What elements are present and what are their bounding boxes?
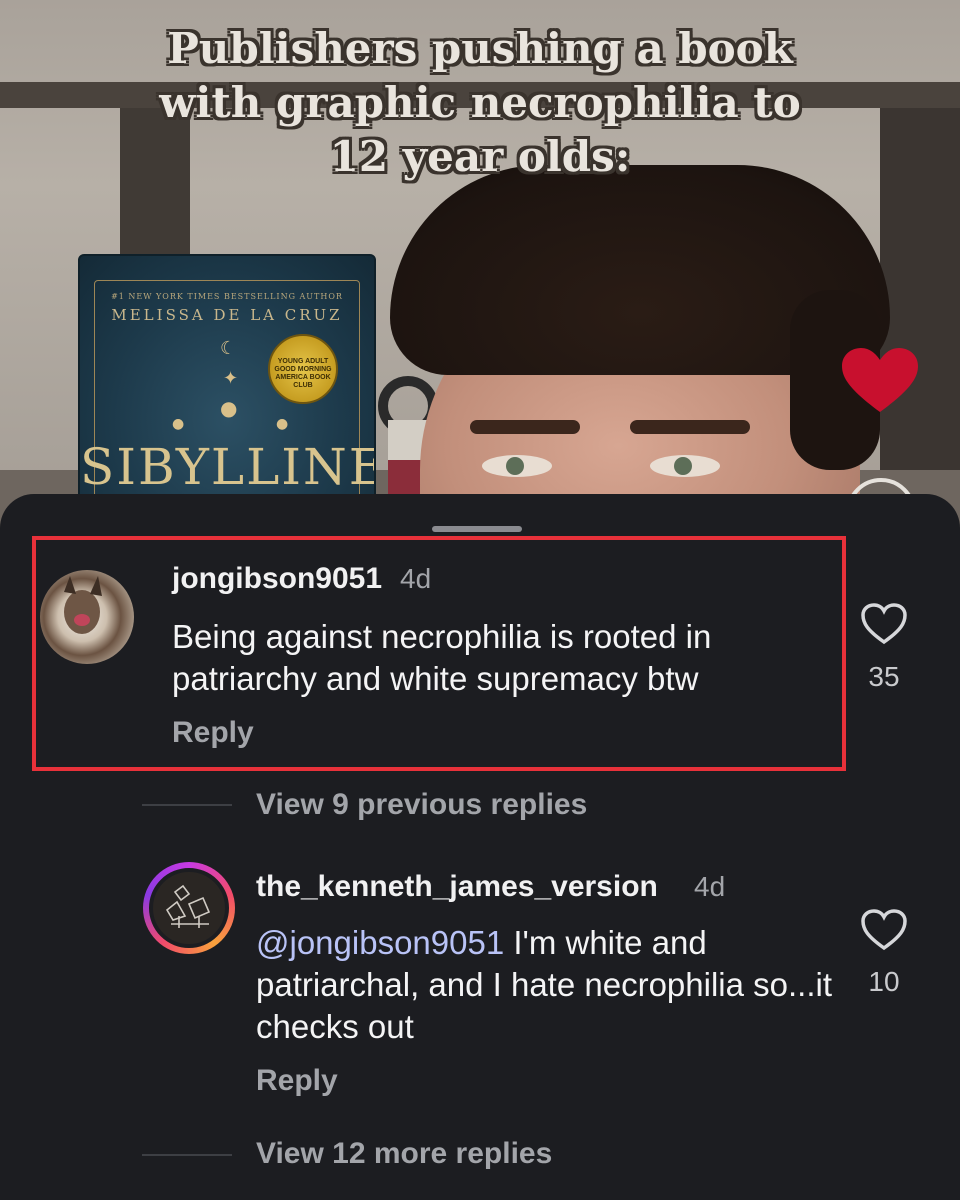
orb-icon: ● [276, 416, 289, 432]
view-more-replies-link[interactable]: View 12 more replies [256, 1137, 552, 1171]
divider [142, 1154, 232, 1156]
orb-icon: ● [220, 396, 238, 420]
avatar[interactable] [149, 868, 229, 948]
comment-text: Being against necrophilia is rooted in p… [172, 618, 712, 697]
comment-age: 4d [694, 871, 726, 902]
person-brow [470, 420, 580, 434]
caption-line: Publishers pushing a book [167, 24, 793, 73]
book-author: MELISSA DE LA CRUZ [111, 306, 343, 324]
view-previous-replies-link[interactable]: View 9 previous replies [256, 788, 587, 822]
orb-icon: ● [172, 416, 185, 432]
book-title: SIBYLLINE [80, 438, 376, 496]
comment-age: 4d [400, 563, 432, 594]
person-brow [630, 420, 750, 434]
person-eye [482, 455, 552, 477]
star-icon: ✦ [223, 368, 239, 389]
like-count: 10 [868, 966, 900, 997]
caption-line: 12 year olds: [329, 132, 631, 181]
video-player[interactable]: #1 NEW YORK TIMES BESTSELLING AUTHOR MEL… [0, 0, 960, 530]
like-heart-icon[interactable] [840, 346, 920, 416]
person-eye [650, 455, 720, 477]
comment-text: @jongibson9051 I'm white and patriarchal… [256, 922, 836, 1048]
caption-line: with graphic necrophilia to [159, 78, 801, 127]
book-cover: #1 NEW YORK TIMES BESTSELLING AUTHOR MEL… [78, 254, 376, 530]
video-caption: Publishers pushing a book with graphic n… [60, 22, 900, 184]
award-medal: YOUNG ADULT GOOD MORNING AMERICA BOOK CL… [268, 334, 338, 404]
drag-handle[interactable] [432, 526, 522, 532]
heart-outline-icon[interactable] [860, 908, 908, 952]
avatar[interactable] [40, 570, 134, 664]
like-count: 35 [868, 661, 900, 692]
moon-icon: ☾ [220, 338, 237, 359]
reply-button[interactable]: Reply [172, 716, 254, 750]
book-tagline: #1 NEW YORK TIMES BESTSELLING AUTHOR [111, 292, 343, 301]
heart-outline-icon[interactable] [860, 602, 908, 646]
reply-button[interactable]: Reply [256, 1064, 338, 1098]
comment-username[interactable]: the_kenneth_james_version [256, 870, 658, 904]
divider [142, 804, 232, 806]
comment-username[interactable]: jongibson9051 [172, 562, 382, 596]
mention-link[interactable]: @jongibson9051 [256, 924, 504, 961]
